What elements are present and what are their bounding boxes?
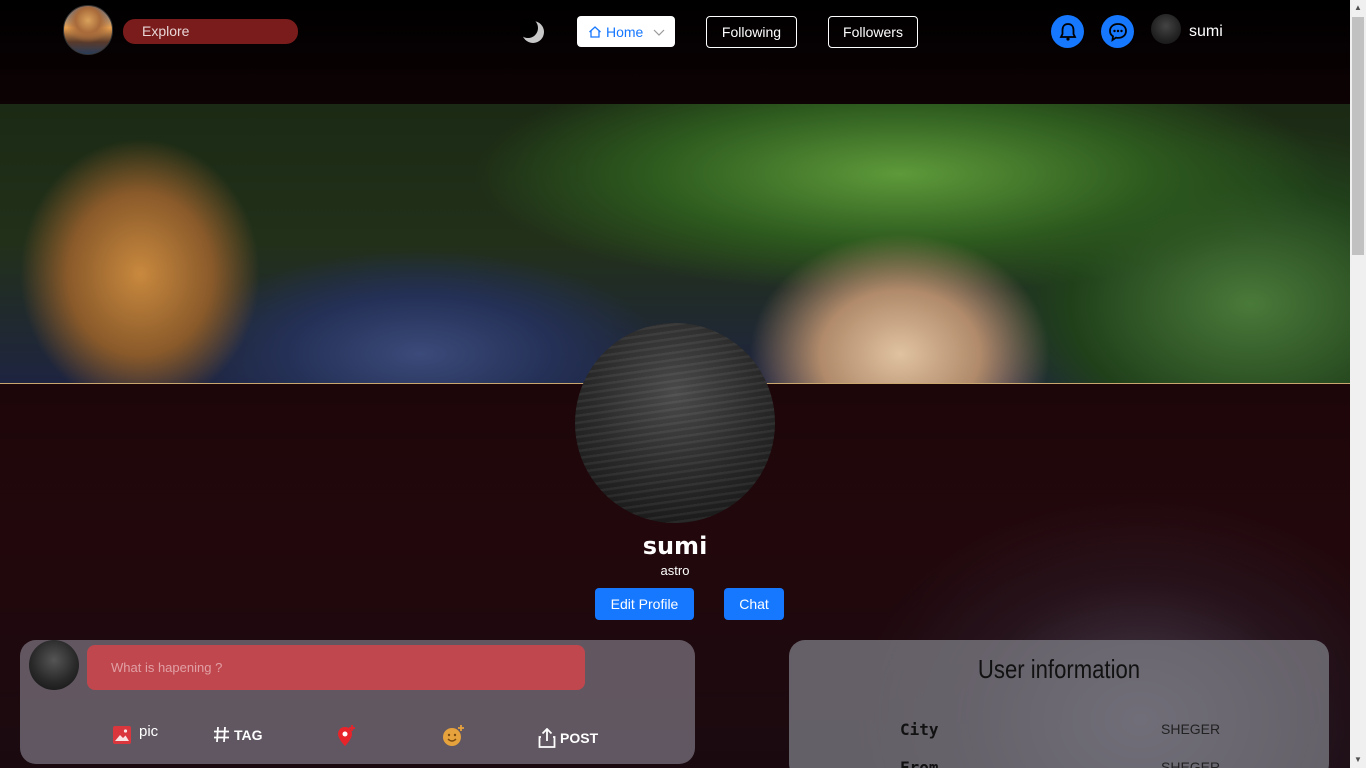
- share-icon: [538, 728, 556, 748]
- profile-handle: astro: [660, 563, 690, 578]
- profile-avatar: [575, 323, 775, 523]
- edit-profile-button[interactable]: Edit Profile: [595, 588, 694, 620]
- edit-profile-label: Edit Profile: [610, 596, 679, 612]
- image-icon: [113, 726, 131, 744]
- tag-button[interactable]: TAG: [213, 726, 263, 743]
- hashtag-icon: [214, 726, 229, 743]
- scrollbar-thumb[interactable]: [1352, 17, 1364, 255]
- nav-following-label: Following: [721, 24, 782, 40]
- chat-label: Chat: [739, 596, 769, 612]
- user-info-card: User information City SHEGER From SHEGER: [789, 640, 1329, 768]
- post-button[interactable]: POST: [538, 728, 598, 748]
- tag-label: TAG: [234, 726, 263, 743]
- info-label-from: From: [900, 758, 939, 768]
- notifications-button[interactable]: [1051, 15, 1084, 48]
- avatar[interactable]: [1151, 14, 1181, 44]
- nav-followers-button[interactable]: Followers: [828, 16, 918, 48]
- emoji-icon: [443, 725, 464, 746]
- scroll-up-icon[interactable]: ▲: [1350, 0, 1366, 16]
- location-button[interactable]: [336, 724, 358, 748]
- top-navbar: Explore Home Following Followers sumi: [0, 0, 1350, 104]
- logo[interactable]: [63, 5, 113, 55]
- info-value-from: SHEGER: [1161, 759, 1221, 768]
- post-label: POST: [560, 730, 599, 746]
- post-share-card: pic TAG POST: [20, 640, 695, 764]
- user-info-title: User information: [977, 654, 1141, 684]
- pic-label: pic: [139, 722, 159, 740]
- bell-icon: [1059, 22, 1076, 41]
- pic-button[interactable]: pic: [113, 722, 159, 744]
- messages-button[interactable]: [1101, 15, 1134, 48]
- info-value-city: SHEGER: [1161, 721, 1221, 737]
- header-user-name[interactable]: sumi: [1189, 23, 1223, 41]
- chat-bubble-icon: [1108, 22, 1127, 42]
- emoji-button[interactable]: [442, 724, 466, 748]
- moon-icon[interactable]: [520, 19, 546, 45]
- scroll-down-icon[interactable]: ▼: [1350, 752, 1366, 768]
- location-pin-icon: [338, 725, 355, 746]
- nav-home-dropdown[interactable]: Home: [577, 16, 675, 47]
- nav-followers-label: Followers: [843, 24, 903, 40]
- nav-following-button[interactable]: Following: [706, 16, 797, 48]
- chevron-down-icon: [653, 29, 665, 36]
- nav-home-label: Home: [606, 23, 644, 40]
- chat-button[interactable]: Chat: [724, 588, 784, 620]
- home-icon: [589, 25, 601, 38]
- info-label-city: City: [900, 720, 939, 739]
- profile-name: sumi: [642, 532, 708, 560]
- post-avatar: [29, 640, 79, 690]
- explore-search[interactable]: Explore: [123, 19, 298, 44]
- post-input[interactable]: [87, 645, 585, 690]
